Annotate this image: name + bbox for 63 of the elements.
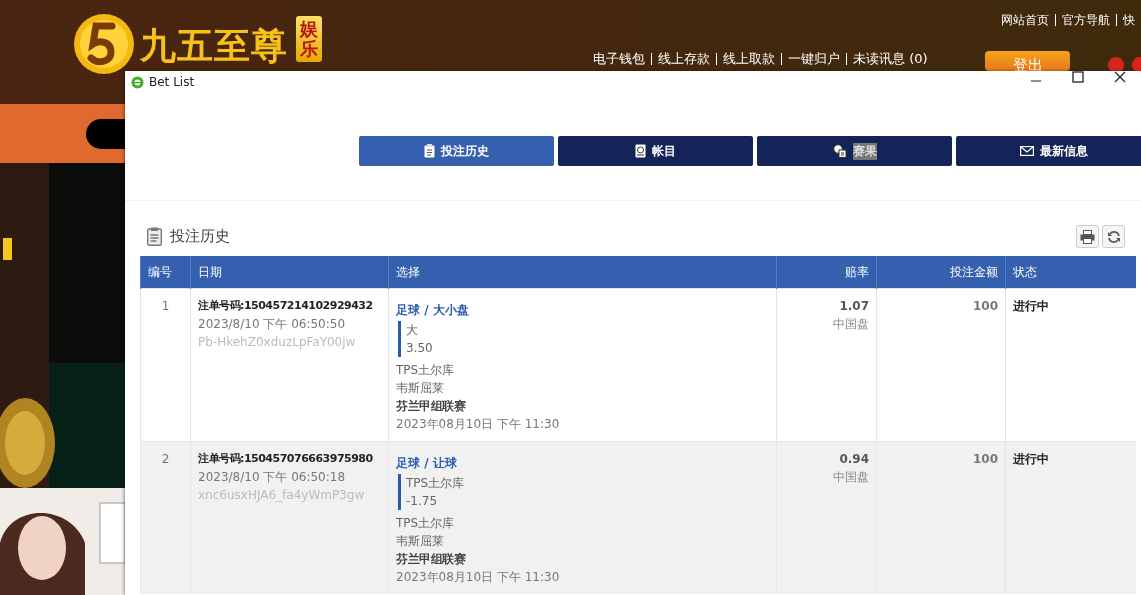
league-name: 芬兰甲组联赛 xyxy=(396,398,467,415)
window-title: Bet List xyxy=(149,75,195,89)
selection-text: -1.75 xyxy=(406,493,439,510)
stake-amount: 100 xyxy=(971,298,998,315)
account-link[interactable]: 电子钱包 xyxy=(587,53,651,65)
mail-icon xyxy=(1019,146,1034,156)
reference-code: Pb-HkehZ0xduzLpFaY00jw xyxy=(198,334,357,351)
ticket-number: 注单号码:150457076663975980 xyxy=(198,451,374,467)
tab[interactable]: 投注历史 xyxy=(359,136,554,166)
account-link[interactable]: 未读讯息 (0) xyxy=(846,53,934,65)
refresh-icon xyxy=(1106,229,1121,244)
account-link[interactable]: 线上存款 xyxy=(651,53,716,65)
tab[interactable]: 帐目 xyxy=(558,136,753,166)
scoreboard-icon xyxy=(832,144,847,158)
column-header: 状态 xyxy=(1005,256,1136,289)
section-title: 投注历史 xyxy=(170,227,230,246)
selection-text: 大 xyxy=(406,322,419,339)
nav-pill[interactable] xyxy=(86,119,125,149)
clipboard-icon xyxy=(147,227,162,246)
row-number: 2 xyxy=(140,441,191,594)
logo-title: 九五至尊 xyxy=(140,24,288,68)
stake-amount: 100 xyxy=(971,451,998,468)
maximize-icon[interactable] xyxy=(1072,71,1084,83)
kickoff-time: 2023年08月10日 下午 11:30 xyxy=(396,416,561,433)
kickoff-time: 2023年08月10日 下午 11:30 xyxy=(396,569,561,586)
refresh-button[interactable] xyxy=(1102,225,1125,248)
top-link[interactable]: 网站首页 xyxy=(995,14,1055,26)
team-name: 韦斯屈莱 xyxy=(396,380,445,397)
clipboard-icon xyxy=(424,144,435,158)
browser-icon xyxy=(131,75,144,89)
odds-value: 1.07 xyxy=(838,298,869,315)
selection-text: TPS土尔库 xyxy=(406,475,466,492)
account-link[interactable]: 一键归户 xyxy=(781,53,846,65)
document-icon xyxy=(635,144,646,158)
top-link[interactable]: 官方导航 xyxy=(1055,14,1116,26)
odds-type: 中国盘 xyxy=(832,469,869,486)
column-header: 日期 xyxy=(190,256,389,289)
bet-time: 2023/8/10 下午 06:50:50 xyxy=(198,316,347,333)
print-icon xyxy=(1080,229,1095,244)
bet-time: 2023/8/10 下午 06:50:18 xyxy=(198,469,347,486)
close-icon[interactable] xyxy=(1114,71,1126,83)
print-button[interactable] xyxy=(1076,225,1099,248)
account-link[interactable]: 线上取款 xyxy=(716,53,781,65)
logo-badge: 娱乐 xyxy=(296,16,322,62)
selection-text: 3.50 xyxy=(406,340,434,357)
team-name: 韦斯屈莱 xyxy=(396,533,445,550)
market-label: 足球 / 让球 xyxy=(396,455,458,472)
league-name: 芬兰甲组联赛 xyxy=(396,551,467,568)
top-link[interactable]: 快 xyxy=(1116,14,1141,26)
market-label: 足球 / 大小盘 xyxy=(396,302,470,319)
column-header: 编号 xyxy=(140,256,191,289)
odds-value: 0.94 xyxy=(838,451,869,468)
column-header: 选择 xyxy=(388,256,777,289)
logo-icon xyxy=(72,12,136,76)
bet-status: 进行中 xyxy=(1013,452,1049,466)
column-header: 赔率 xyxy=(776,256,877,289)
team-name: TPS土尔库 xyxy=(396,515,456,532)
odds-type: 中国盘 xyxy=(832,316,869,333)
column-header: 投注金额 xyxy=(876,256,1006,289)
team-name: TPS土尔库 xyxy=(396,362,456,379)
tab[interactable]: 最新信息 xyxy=(956,136,1141,166)
bet-status: 进行中 xyxy=(1013,299,1049,313)
ticket-number: 注单号码:150457214102929432 xyxy=(198,298,374,314)
